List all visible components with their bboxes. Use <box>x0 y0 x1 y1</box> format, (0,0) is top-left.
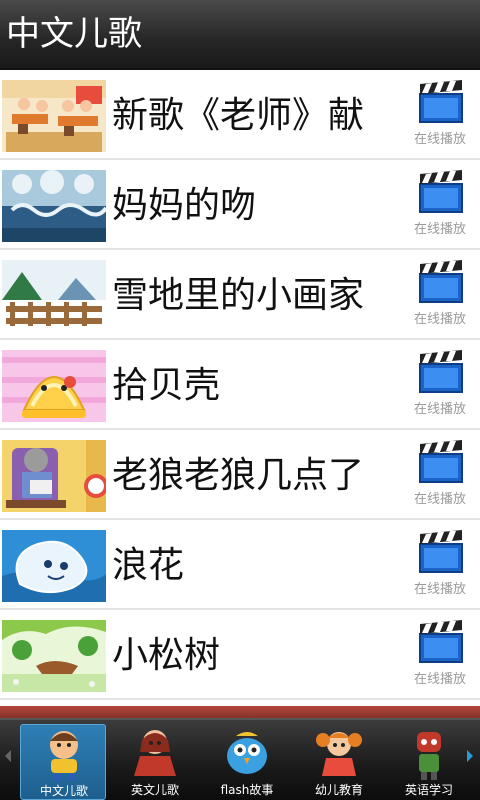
song-row[interactable]: 雪地里的小画家 在线播放 <box>0 252 480 340</box>
clapperboard-icon <box>419 350 463 393</box>
title-bar: 中文儿歌 <box>0 0 480 70</box>
song-row[interactable]: 浪花 在线播放 <box>0 522 480 610</box>
song-title[interactable]: 小松树 <box>112 634 220 678</box>
pine-tree-thumbnail <box>2 620 106 692</box>
song-row[interactable]: 小松树 在线播放 <box>0 612 480 700</box>
song-row[interactable]: 老狼老狼几点了 在线播放 <box>0 432 480 520</box>
play-online-label: 在线播放 <box>413 582 466 597</box>
play-online-button[interactable]: 在线播放 <box>408 440 472 512</box>
play-online-label: 在线播放 <box>413 402 466 417</box>
song-row[interactable]: 妈妈的吻 在线播放 <box>0 162 480 250</box>
song-row[interactable]: 拾贝壳 在线播放 <box>0 342 480 430</box>
song-title[interactable]: 拾贝壳 <box>112 364 220 408</box>
tab-flash-stories[interactable]: flash故事 <box>204 724 290 800</box>
play-online-button[interactable]: 在线播放 <box>408 170 472 242</box>
tab-english-learning[interactable]: 英语学习 <box>386 724 472 800</box>
tab-english-songs[interactable]: 英文儿歌 <box>112 724 198 800</box>
tab-label: flash故事 <box>220 783 274 797</box>
tab-early-education[interactable]: 幼儿教育 <box>296 724 382 800</box>
play-online-label: 在线播放 <box>413 132 466 147</box>
play-online-button[interactable]: 在线播放 <box>408 350 472 422</box>
song-row[interactable]: 新歌《老师》献 在线播放 <box>0 72 480 160</box>
scroll-right-arrow-icon[interactable] <box>467 750 473 762</box>
grandma-wolf-thumbnail <box>2 440 106 512</box>
song-list[interactable]: 新歌《老师》献 在线播放 妈妈的吻 在线播放 雪地里的小画家 在线播放 拾贝壳 … <box>0 72 480 718</box>
song-title[interactable]: 新歌《老师》献 <box>112 94 364 138</box>
play-online-label: 在线播放 <box>413 672 466 687</box>
clapperboard-icon <box>419 440 463 483</box>
play-online-button[interactable]: 在线播放 <box>408 260 472 332</box>
play-online-button[interactable]: 在线播放 <box>408 530 472 602</box>
snowy-fence-thumbnail <box>2 260 106 332</box>
bottom-tab-bar: 中文儿歌 英文儿歌 flash故事 幼儿教育 英语学习 <box>0 718 480 800</box>
scroll-left-arrow-icon[interactable] <box>5 750 11 762</box>
clapperboard-icon <box>419 530 463 573</box>
tab-chinese-songs[interactable]: 中文儿歌 <box>20 724 106 800</box>
tab-label: 幼儿教育 <box>314 783 363 797</box>
play-online-button[interactable]: 在线播放 <box>408 620 472 692</box>
song-title[interactable]: 妈妈的吻 <box>112 184 256 228</box>
tab-label: 英语学习 <box>404 783 453 797</box>
play-online-label: 在线播放 <box>413 222 466 237</box>
tab-label: 英文儿歌 <box>130 783 179 797</box>
song-title[interactable]: 雪地里的小画家 <box>112 274 364 318</box>
robot-character-icon <box>417 732 441 780</box>
clapperboard-icon <box>419 620 463 663</box>
tab-label: 中文儿歌 <box>39 784 88 798</box>
play-online-label: 在线播放 <box>413 492 466 507</box>
song-title[interactable]: 老狼老狼几点了 <box>112 454 364 498</box>
song-title[interactable]: 浪花 <box>112 544 184 588</box>
clapperboard-icon <box>419 170 463 213</box>
classroom-thumbnail <box>2 80 106 152</box>
shell-face-thumbnail <box>2 350 106 422</box>
wave-face-thumbnail <box>2 530 106 602</box>
page-title: 中文儿歌 <box>6 14 142 54</box>
bird-character-icon <box>227 732 267 774</box>
pigtail-girl-icon <box>316 732 362 776</box>
girl-character-icon <box>134 730 176 776</box>
play-online-label: 在线播放 <box>413 312 466 327</box>
clapperboard-icon <box>419 260 463 303</box>
boy-character-icon <box>50 731 78 781</box>
clapperboard-icon <box>419 80 463 123</box>
winter-forest-thumbnail <box>2 170 106 242</box>
play-online-button[interactable]: 在线播放 <box>408 80 472 152</box>
